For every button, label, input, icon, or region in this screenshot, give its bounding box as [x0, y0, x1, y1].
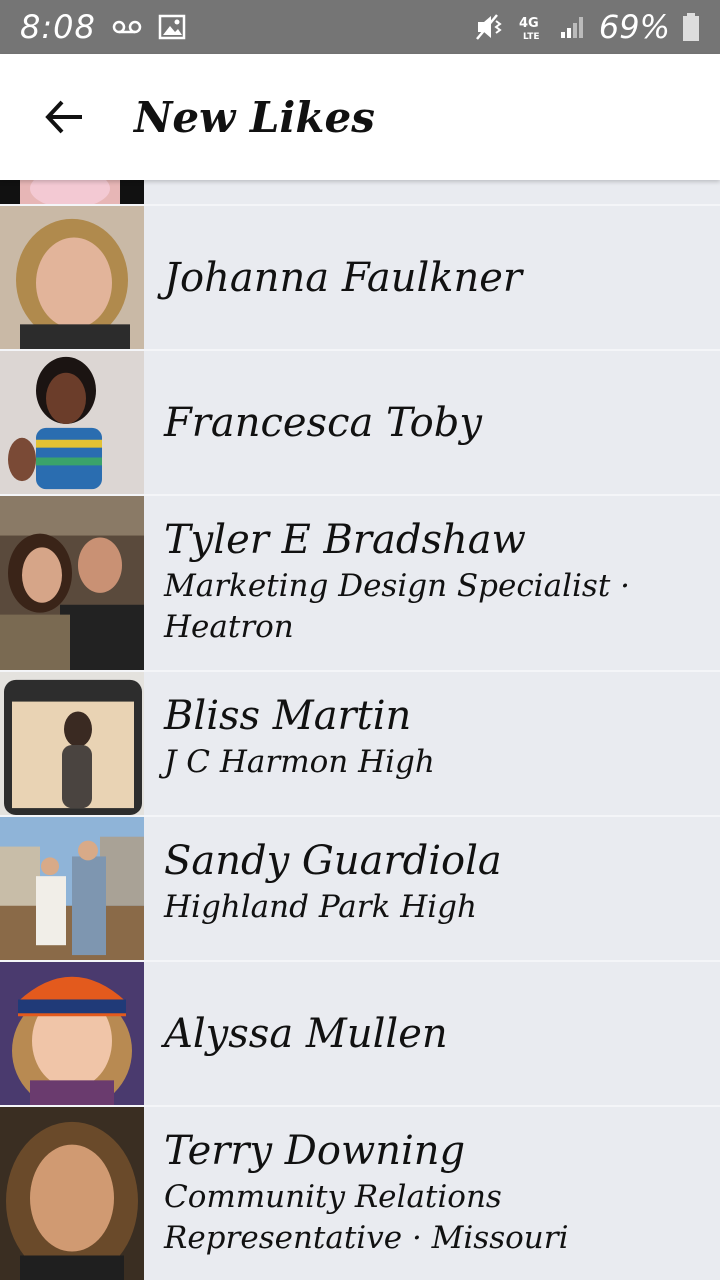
list-item[interactable]: Tyler E Bradshaw Marketing Design Specia… — [0, 496, 720, 672]
list-item[interactable]: Johanna Faulkner — [0, 206, 720, 351]
svg-text:LTE: LTE — [523, 32, 540, 41]
list-item[interactable]: Terry Downing Community Relations Repres… — [0, 1107, 720, 1280]
person-name: Terry Downing — [164, 1128, 466, 1174]
person-name: Tyler E Bradshaw — [164, 517, 526, 563]
avatar — [0, 206, 144, 349]
person-name: Alyssa Mullen — [164, 1010, 448, 1057]
list-item[interactable]: Bliss Martin J C Harmon High — [0, 672, 720, 817]
voicemail-icon — [112, 19, 142, 35]
list-item[interactable]: Sandy Guardiola Highland Park High — [0, 817, 720, 962]
image-icon — [158, 14, 186, 40]
battery-percentage: 69% — [598, 8, 670, 46]
person-name: Francesca Toby — [164, 399, 482, 446]
avatar — [0, 817, 144, 960]
avatar — [0, 496, 144, 670]
person-name: Bliss Martin — [164, 693, 412, 739]
back-button[interactable] — [34, 87, 94, 147]
svg-text:4G: 4G — [519, 16, 539, 31]
mute-vibrate-icon — [475, 13, 505, 41]
list-item-partial[interactable] — [0, 180, 720, 206]
avatar — [0, 351, 144, 494]
list-item[interactable]: Francesca Toby — [0, 351, 720, 496]
person-subtitle: Highland Park High — [164, 889, 477, 925]
network-4g-lte-icon: 4G LTE — [517, 13, 547, 41]
avatar — [0, 1107, 144, 1280]
signal-icon — [559, 14, 587, 40]
person-subtitle: Marketing Design Specialist · Heatron — [164, 568, 630, 645]
status-time: 8:08 — [20, 8, 96, 46]
person-subtitle: Community Relations Representative · Mis… — [164, 1179, 569, 1256]
person-name: Sandy Guardiola — [164, 838, 502, 884]
page-title: New Likes — [134, 92, 375, 142]
person-subtitle: J C Harmon High — [164, 744, 435, 780]
avatar — [0, 180, 144, 204]
app-bar: New Likes — [0, 54, 720, 180]
list-item[interactable]: Alyssa Mullen — [0, 962, 720, 1107]
person-name: Johanna Faulkner — [164, 254, 523, 301]
avatar — [0, 962, 144, 1105]
arrow-left-icon — [44, 99, 84, 135]
avatar — [0, 672, 144, 815]
battery-icon — [682, 12, 700, 42]
status-bar: 8:08 4G LTE 69% — [0, 0, 720, 54]
likes-list[interactable]: Johanna Faulkner Francesca Toby Tyler E … — [0, 180, 720, 1280]
